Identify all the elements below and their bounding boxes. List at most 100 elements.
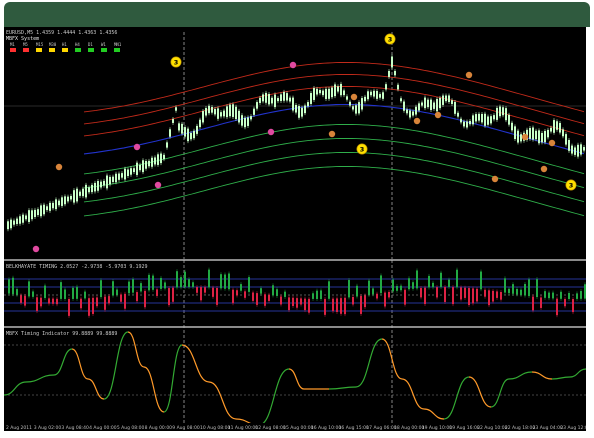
time-axis-label: 12 Aug 08:00: [255, 425, 285, 431]
price-bar: [325, 88, 327, 99]
price-bar: [220, 112, 222, 117]
price-bar: [214, 109, 216, 115]
mbfx-line-segment: [127, 331, 145, 368]
signal-dot: [548, 139, 556, 147]
price-bar: [100, 181, 102, 188]
timing-bar: [568, 293, 570, 299]
price-bar: [130, 168, 132, 175]
price-bar: [163, 154, 165, 160]
timing-bar: [336, 298, 338, 313]
price-bar: [247, 117, 249, 126]
trading-chart-area[interactable]: EURUSD,M5 1.4359 1.4444 1.4363 1.4356 MB…: [4, 27, 586, 431]
timing-bar: [88, 298, 90, 316]
price-bar: [574, 147, 576, 155]
price-bar: [274, 94, 276, 108]
time-axis-label: 10 Aug 08:00: [200, 425, 230, 431]
timing-bar: [268, 294, 270, 301]
timing-bar: [320, 290, 322, 299]
price-bar: [466, 121, 468, 128]
price-bar: [286, 93, 288, 101]
timing-bar: [84, 291, 86, 299]
price-bar: [256, 102, 258, 109]
price-bar: [532, 127, 534, 140]
timing-bar: [436, 287, 438, 298]
timeframe-dot-d1: [88, 48, 94, 52]
price-bar: [535, 130, 537, 140]
timeframe-dot-w1: [101, 48, 107, 52]
timeframe-dot-m1: [10, 48, 16, 52]
price-bar: [430, 99, 432, 110]
price-bar: [202, 111, 204, 123]
timing-bar: [248, 277, 250, 292]
signal-dot: [55, 163, 63, 171]
price-bar: [196, 125, 198, 134]
price-bar: [103, 180, 105, 186]
price-bar: [394, 70, 396, 76]
price-bar: [178, 123, 180, 131]
signal-dot: [521, 133, 529, 141]
price-bar: [565, 134, 567, 145]
price-bar: [76, 188, 78, 202]
price-bar: [451, 100, 453, 104]
price-bar: [412, 111, 414, 116]
price-bar: [313, 87, 315, 100]
price-bar: [295, 104, 297, 113]
price-bar: [460, 118, 462, 123]
timing-bar: [184, 271, 186, 288]
price-bar: [385, 84, 387, 90]
price-bar: [505, 108, 507, 121]
price-bar: [136, 162, 138, 175]
timing-bar: [556, 298, 558, 316]
price-bar: [499, 106, 501, 117]
price-bar: [343, 90, 345, 96]
time-axis-label: 22 Aug 18:00: [505, 425, 535, 431]
price-bar: [82, 188, 84, 197]
mbfx-line-segment: [355, 338, 383, 388]
timing-bar: [540, 297, 542, 308]
price-bar: [7, 221, 9, 230]
price-bar: [577, 144, 579, 157]
timeframe-label-m15: M15: [36, 42, 44, 47]
price-bar: [298, 106, 300, 118]
timing-bar: [288, 297, 290, 311]
price-bar: [169, 129, 171, 137]
signal-dot: [491, 175, 499, 183]
price-bar: [154, 157, 156, 165]
timing-bar: [224, 274, 226, 289]
timing-bar: [276, 289, 278, 296]
timing-bar: [172, 287, 174, 302]
price-bar: [322, 90, 324, 96]
price-bar: [115, 173, 117, 183]
timing-bar: [584, 284, 586, 299]
price-bar: [175, 107, 177, 111]
timeframe-label-h4: H4: [75, 42, 80, 47]
timing-bar: [76, 286, 78, 299]
timing-bar: [280, 296, 282, 305]
signal-dot: [434, 111, 442, 119]
timing-bar: [388, 291, 390, 298]
price-bar: [373, 90, 375, 97]
price-bar: [229, 104, 231, 117]
price-bar: [31, 210, 33, 220]
timing-bar: [472, 288, 474, 304]
timing-bar: [560, 291, 562, 299]
price-bar: [19, 216, 21, 224]
price-bar: [421, 102, 423, 106]
mbfx-line-segment: [181, 344, 210, 383]
price-bar: [271, 97, 273, 104]
price-bar: [199, 119, 201, 128]
price-bar: [493, 115, 495, 120]
timing-bar: [368, 280, 370, 295]
price-bar: [382, 92, 384, 99]
price-bar: [112, 176, 114, 182]
price-bar: [259, 97, 261, 103]
timeframe-label-mn1: MN1: [114, 42, 122, 47]
price-bar: [529, 128, 531, 139]
timing-bar: [404, 289, 406, 305]
price-bar: [37, 209, 39, 216]
price-bar: [97, 181, 99, 191]
timing-bar: [12, 277, 14, 295]
timing-bar: [360, 296, 362, 314]
timeframe-label-m5: M5: [23, 42, 28, 47]
price-bar: [283, 91, 285, 101]
